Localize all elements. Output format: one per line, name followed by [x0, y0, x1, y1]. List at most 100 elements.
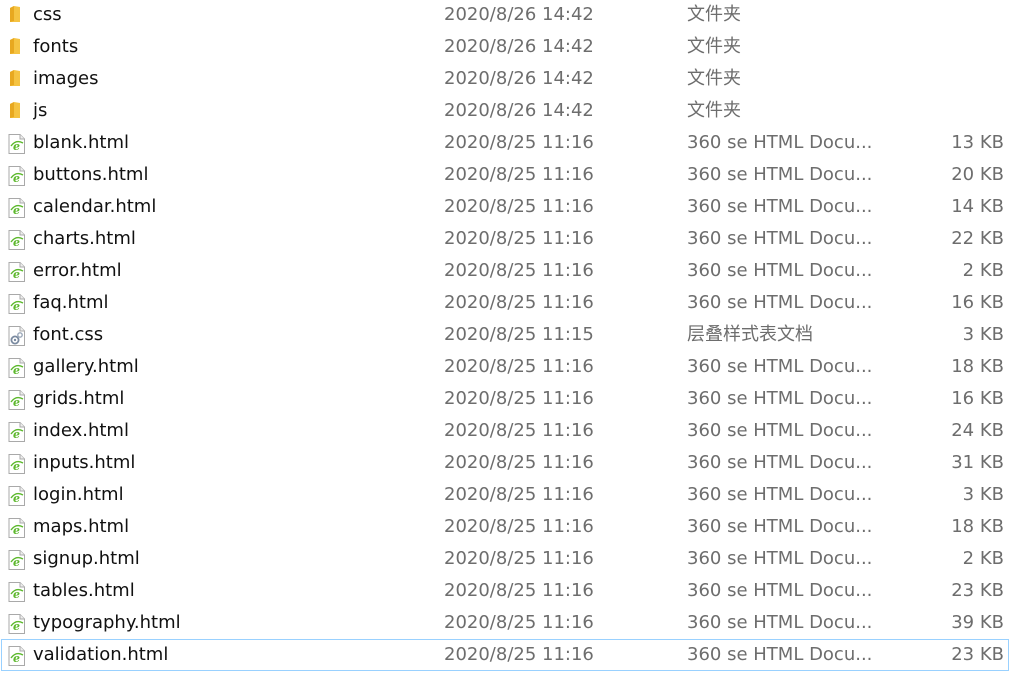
html-file-icon	[4, 127, 28, 159]
html-file-icon	[4, 223, 28, 255]
file-size: 24 KB	[951, 420, 1004, 441]
file-name: index.html	[33, 420, 129, 441]
file-row[interactable]: css 2020/8/26 14:42 文件夹	[0, 0, 1030, 31]
file-size: 23 KB	[951, 644, 1004, 665]
folder-icon	[4, 95, 28, 127]
file-type: 360 se HTML Docu...	[687, 484, 873, 505]
html-file-icon	[4, 287, 28, 319]
file-date-modified: 2020/8/25 11:16	[444, 516, 594, 537]
file-type: 360 se HTML Docu...	[687, 132, 873, 153]
file-row[interactable]: login.html 2020/8/25 11:16 360 se HTML Doc…	[0, 479, 1030, 511]
file-name: grids.html	[33, 388, 125, 409]
file-row[interactable]: inputs.html 2020/8/25 11:16 360 se HTML Do…	[0, 447, 1030, 479]
html-file-icon	[4, 383, 28, 415]
html-file-icon	[4, 255, 28, 287]
file-size	[880, 0, 1004, 31]
html-file-icon	[4, 511, 28, 543]
file-type: 文件夹	[687, 36, 741, 57]
file-date-modified: 2020/8/25 11:16	[444, 388, 594, 409]
file-name: js	[33, 100, 48, 121]
file-date-modified: 2020/8/25 11:16	[444, 260, 594, 281]
file-date-modified: 2020/8/26 14:42	[444, 36, 594, 57]
file-size	[880, 31, 1004, 63]
file-name: images	[33, 68, 99, 89]
file-type: 360 se HTML Docu...	[687, 260, 873, 281]
file-date-modified: 2020/8/25 11:16	[444, 164, 594, 185]
file-row[interactable]: gallery.html 2020/8/25 11:16 360 se HTML D…	[0, 351, 1030, 383]
file-name: css	[33, 4, 62, 25]
html-file-icon	[4, 159, 28, 191]
file-size: 18 KB	[951, 356, 1004, 377]
file-row[interactable]: images 2020/8/26 14:42 文件夹	[0, 63, 1030, 95]
file-date-modified: 2020/8/26 14:42	[444, 100, 594, 121]
file-row[interactable]: typography.html 2020/8/25 11:16 360 se HTM…	[0, 607, 1030, 639]
file-type: 360 se HTML Docu...	[687, 644, 873, 665]
file-type: 360 se HTML Docu...	[687, 164, 873, 185]
file-name: maps.html	[33, 516, 130, 537]
file-date-modified: 2020/8/25 11:16	[444, 452, 594, 473]
folder-icon	[4, 0, 28, 31]
file-row[interactable]: js 2020/8/26 14:42 文件夹	[0, 95, 1030, 127]
file-row[interactable]: faq.html 2020/8/25 11:16 360 se HTML Docu.…	[0, 287, 1030, 319]
html-file-icon	[4, 639, 28, 671]
file-date-modified: 2020/8/25 11:16	[444, 420, 594, 441]
css-file-icon	[4, 319, 28, 351]
file-row[interactable]: font.css 2020/8/25 11:15 层叠样式表文档 3 KB	[0, 319, 1030, 351]
file-date-modified: 2020/8/25 11:16	[444, 292, 594, 313]
file-name: typography.html	[33, 612, 181, 633]
file-type: 层叠样式表文档	[687, 324, 813, 345]
file-row[interactable]: tables.html 2020/8/25 11:16 360 se HTML Do…	[0, 575, 1030, 607]
file-row[interactable]: signup.html 2020/8/25 11:16 360 se HTML Do…	[0, 543, 1030, 575]
file-date-modified: 2020/8/25 11:16	[444, 196, 594, 217]
file-date-modified: 2020/8/25 11:16	[444, 484, 594, 505]
file-size: 3 KB	[962, 324, 1004, 345]
file-name: fonts	[33, 36, 79, 57]
folder-icon	[4, 63, 28, 95]
file-name: signup.html	[33, 548, 140, 569]
file-type: 360 se HTML Docu...	[687, 516, 873, 537]
file-row[interactable]: index.html 2020/8/25 11:16 360 se HTML Doc…	[0, 415, 1030, 447]
file-name: validation.html	[33, 644, 169, 665]
file-size: 23 KB	[951, 580, 1004, 601]
file-row[interactable]: calendar.html 2020/8/25 11:16 360 se HTML …	[0, 191, 1030, 223]
file-row[interactable]: maps.html 2020/8/25 11:16 360 se HTML Docu…	[0, 511, 1030, 543]
file-size: 2 KB	[962, 260, 1004, 281]
file-size: 39 KB	[951, 612, 1004, 633]
file-date-modified: 2020/8/26 14:42	[444, 68, 594, 89]
file-size: 16 KB	[951, 292, 1004, 313]
html-file-icon	[4, 479, 28, 511]
file-date-modified: 2020/8/25 11:15	[444, 324, 594, 345]
file-size	[880, 95, 1004, 127]
file-row[interactable]: grids.html 2020/8/25 11:16 360 se HTML Doc…	[0, 383, 1030, 415]
file-type: 360 se HTML Docu...	[687, 196, 873, 217]
html-file-icon	[4, 543, 28, 575]
file-name: login.html	[33, 484, 124, 505]
file-size: 22 KB	[951, 228, 1004, 249]
file-row[interactable]: error.html 2020/8/25 11:16 360 se HTML Doc…	[0, 255, 1030, 287]
file-type: 360 se HTML Docu...	[687, 228, 873, 249]
file-row[interactable]: validation.html 2020/8/25 11:16 360 se HTM…	[0, 639, 1030, 671]
file-type: 文件夹	[687, 4, 741, 25]
file-size: 20 KB	[951, 164, 1004, 185]
file-type: 360 se HTML Docu...	[687, 292, 873, 313]
file-type: 360 se HTML Docu...	[687, 356, 873, 377]
file-row[interactable]: charts.html 2020/8/25 11:16 360 se HTML Do…	[0, 223, 1030, 255]
html-file-icon	[4, 575, 28, 607]
file-size	[880, 63, 1004, 95]
folder-icon	[4, 31, 28, 63]
file-row[interactable]: fonts 2020/8/26 14:42 文件夹	[0, 31, 1030, 63]
file-name: font.css	[33, 324, 104, 345]
file-row[interactable]: blank.html 2020/8/25 11:16 360 se HTML Doc…	[0, 127, 1030, 159]
file-size: 18 KB	[951, 516, 1004, 537]
file-type: 360 se HTML Docu...	[687, 452, 873, 473]
file-type: 360 se HTML Docu...	[687, 420, 873, 441]
file-date-modified: 2020/8/25 11:16	[444, 548, 594, 569]
file-size: 2 KB	[962, 548, 1004, 569]
file-date-modified: 2020/8/25 11:16	[444, 644, 594, 665]
file-size: 3 KB	[962, 484, 1004, 505]
file-name: tables.html	[33, 580, 135, 601]
html-file-icon	[4, 447, 28, 479]
file-size: 14 KB	[951, 196, 1004, 217]
file-row[interactable]: buttons.html 2020/8/25 11:16 360 se HTML D…	[0, 159, 1030, 191]
file-type: 360 se HTML Docu...	[687, 388, 873, 409]
